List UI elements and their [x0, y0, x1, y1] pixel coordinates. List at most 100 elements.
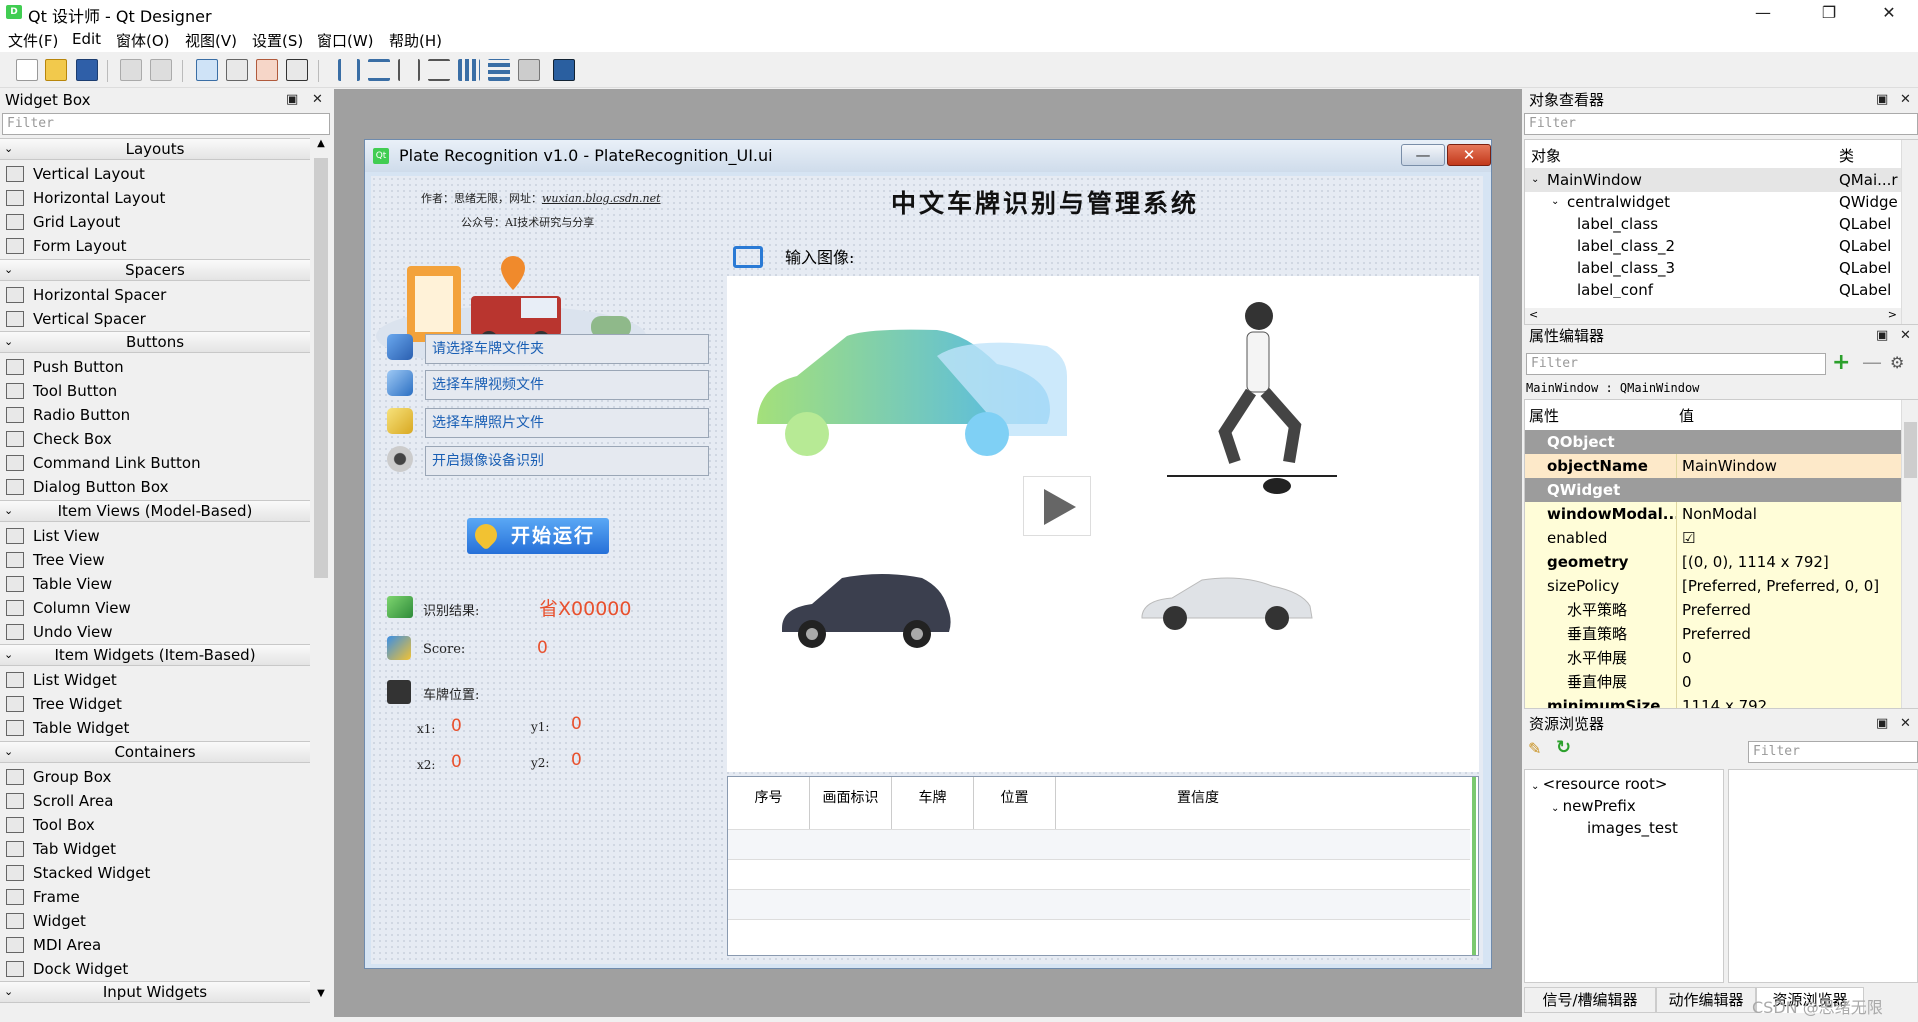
scroll-thumb[interactable]: [1904, 422, 1917, 478]
menu-file[interactable]: 文件(F): [5, 30, 61, 51]
widget-item[interactable]: Horizontal Spacer: [0, 283, 166, 307]
property-filter-input[interactable]: Filter: [1526, 353, 1826, 375]
property-row[interactable]: 水平伸展 0: [1525, 646, 1903, 670]
object-tree-row[interactable]: label_conf QLabel: [1525, 278, 1901, 298]
edit-buddies-icon[interactable]: [256, 59, 278, 81]
table-header-index[interactable]: 序号: [728, 777, 810, 829]
scroll-thumb[interactable]: [314, 158, 328, 578]
property-row[interactable]: geometry [(0, 0), 1114 x 792]: [1525, 550, 1903, 574]
property-value[interactable]: ☑: [1678, 526, 1903, 550]
form-minimize-button[interactable]: —: [1401, 144, 1445, 166]
object-tree-hscroll[interactable]: < >: [1525, 308, 1901, 324]
object-filter-input[interactable]: Filter: [1524, 113, 1918, 135]
widget-item[interactable]: Horizontal Layout: [0, 186, 165, 210]
property-row[interactable]: enabled ☑: [1525, 526, 1903, 550]
scroll-up-icon[interactable]: ▲: [312, 138, 330, 156]
new-file-icon[interactable]: [16, 59, 38, 81]
dock-close-icon[interactable]: ✕: [1900, 89, 1911, 111]
layout-grid-icon[interactable]: [458, 59, 480, 81]
adjust-size-icon[interactable]: [553, 59, 575, 81]
object-tree-row[interactable]: label_class_2 QLabel: [1525, 234, 1901, 258]
object-tree-row[interactable]: ⌄ MainWindow QMai...r: [1525, 168, 1901, 192]
table-header-plate[interactable]: 车牌: [892, 777, 974, 829]
select-image-button[interactable]: 选择车牌照片文件: [425, 408, 709, 438]
resource-filter-input[interactable]: Filter: [1748, 741, 1918, 763]
select-video-button[interactable]: 选择车牌视频文件: [425, 370, 709, 400]
widget-item[interactable]: Dialog Button Box: [0, 475, 168, 499]
property-col-header[interactable]: 属性: [1529, 404, 1559, 428]
widget-item[interactable]: Column View: [0, 596, 131, 620]
send-to-back-icon[interactable]: [120, 59, 142, 81]
widget-item[interactable]: Dock Widget: [0, 957, 128, 981]
edit-tab-order-icon[interactable]: [286, 59, 308, 81]
result-table[interactable]: 序号 画面标识 车牌 位置 置信度: [727, 776, 1479, 956]
property-row[interactable]: 垂直伸展 0: [1525, 670, 1903, 694]
property-row[interactable]: objectName MainWindow: [1525, 454, 1903, 478]
open-camera-button[interactable]: 开启摄像设备识别: [425, 446, 709, 476]
reload-icon[interactable]: ↻: [1556, 737, 1576, 758]
menu-form[interactable]: 窗体(O): [113, 30, 173, 51]
widget-category-header[interactable]: ⌄ Layouts: [0, 138, 310, 160]
object-tree-row[interactable]: label_class_3 QLabel: [1525, 256, 1901, 280]
property-row[interactable]: windowModal... NonModal: [1525, 502, 1903, 526]
widget-item[interactable]: Frame: [0, 885, 80, 909]
widget-item[interactable]: MDI Area: [0, 933, 101, 957]
open-folder-icon[interactable]: [45, 59, 67, 81]
dock-close-icon[interactable]: ✕: [312, 89, 323, 111]
widget-item[interactable]: Tree Widget: [0, 692, 122, 716]
property-vscroll[interactable]: [1901, 400, 1918, 708]
edit-widgets-icon[interactable]: [196, 59, 218, 81]
property-row[interactable]: 垂直策略 Preferred: [1525, 622, 1903, 646]
table-row[interactable]: [728, 919, 1470, 949]
select-folder-button[interactable]: 请选择车牌文件夹: [425, 334, 709, 364]
layout-form-icon[interactable]: [488, 59, 510, 81]
object-tree-row[interactable]: ⌄ centralwidget QWidge: [1525, 190, 1901, 214]
table-scroll-indicator[interactable]: [1472, 777, 1476, 955]
tab-action-editor[interactable]: 动作编辑器: [1656, 987, 1756, 1013]
widget-item[interactable]: Check Box: [0, 427, 112, 451]
property-value[interactable]: [Preferred, Preferred, 0, 0]: [1678, 574, 1903, 598]
property-value[interactable]: 0: [1678, 646, 1903, 670]
table-row[interactable]: [728, 889, 1470, 919]
widget-category-header[interactable]: ⌄ Input Widgets: [0, 981, 310, 1003]
widget-item[interactable]: Tool Box: [0, 813, 95, 837]
table-header-frame[interactable]: 画面标识: [810, 777, 892, 829]
maximize-button[interactable]: ❐: [1806, 0, 1852, 26]
dock-float-icon[interactable]: ▣: [1876, 325, 1888, 347]
property-value[interactable]: MainWindow: [1678, 454, 1903, 478]
table-header-position[interactable]: 位置: [974, 777, 1056, 829]
property-value[interactable]: Preferred: [1678, 598, 1903, 622]
menu-window[interactable]: 窗口(W): [314, 30, 377, 51]
menu-help[interactable]: 帮助(H): [386, 30, 445, 51]
widget-category-header[interactable]: ⌄ Buttons: [0, 331, 310, 353]
widget-category-header[interactable]: ⌄ Containers: [0, 740, 310, 763]
widget-category-header[interactable]: ⌄ Spacers: [0, 258, 310, 281]
property-row[interactable]: minimumSize 1114 x 792: [1525, 694, 1903, 708]
configure-icon[interactable]: ⚙: [1890, 353, 1912, 375]
property-value[interactable]: 0: [1678, 670, 1903, 694]
property-value[interactable]: 1114 x 792: [1678, 694, 1903, 708]
value-col-header[interactable]: 值: [1679, 404, 1694, 428]
remove-property-icon[interactable]: —: [1862, 352, 1884, 375]
widget-item[interactable]: Scroll Area: [0, 789, 113, 813]
property-row[interactable]: 水平策略 Preferred: [1525, 598, 1903, 622]
widget-item[interactable]: Table Widget: [0, 716, 129, 740]
widget-box-filter[interactable]: Filter: [2, 113, 330, 135]
chevron-down-icon[interactable]: ⌄: [1551, 190, 1559, 214]
layout-horizontal-icon[interactable]: [338, 59, 360, 81]
widget-item[interactable]: List Widget: [0, 668, 117, 692]
property-group-header[interactable]: QWidget: [1525, 478, 1903, 502]
dock-close-icon[interactable]: ✕: [1900, 325, 1911, 347]
widget-item[interactable]: Command Link Button: [0, 451, 201, 475]
layout-splitter-horizontal-icon[interactable]: [398, 59, 420, 81]
layout-splitter-vertical-icon[interactable]: [428, 59, 450, 81]
class-col-header[interactable]: 类: [1839, 144, 1854, 168]
resource-root-item[interactable]: ⌄ <resource root>: [1531, 772, 1667, 796]
table-row[interactable]: [728, 859, 1470, 889]
add-property-icon[interactable]: +: [1832, 352, 1854, 375]
play-button[interactable]: [1023, 476, 1091, 536]
close-button[interactable]: ✕: [1866, 0, 1912, 26]
widget-item[interactable]: Undo View: [0, 620, 113, 644]
widget-category-header[interactable]: ⌄ Item Widgets (Item-Based): [0, 644, 310, 666]
widget-item[interactable]: Form Layout: [0, 234, 127, 258]
